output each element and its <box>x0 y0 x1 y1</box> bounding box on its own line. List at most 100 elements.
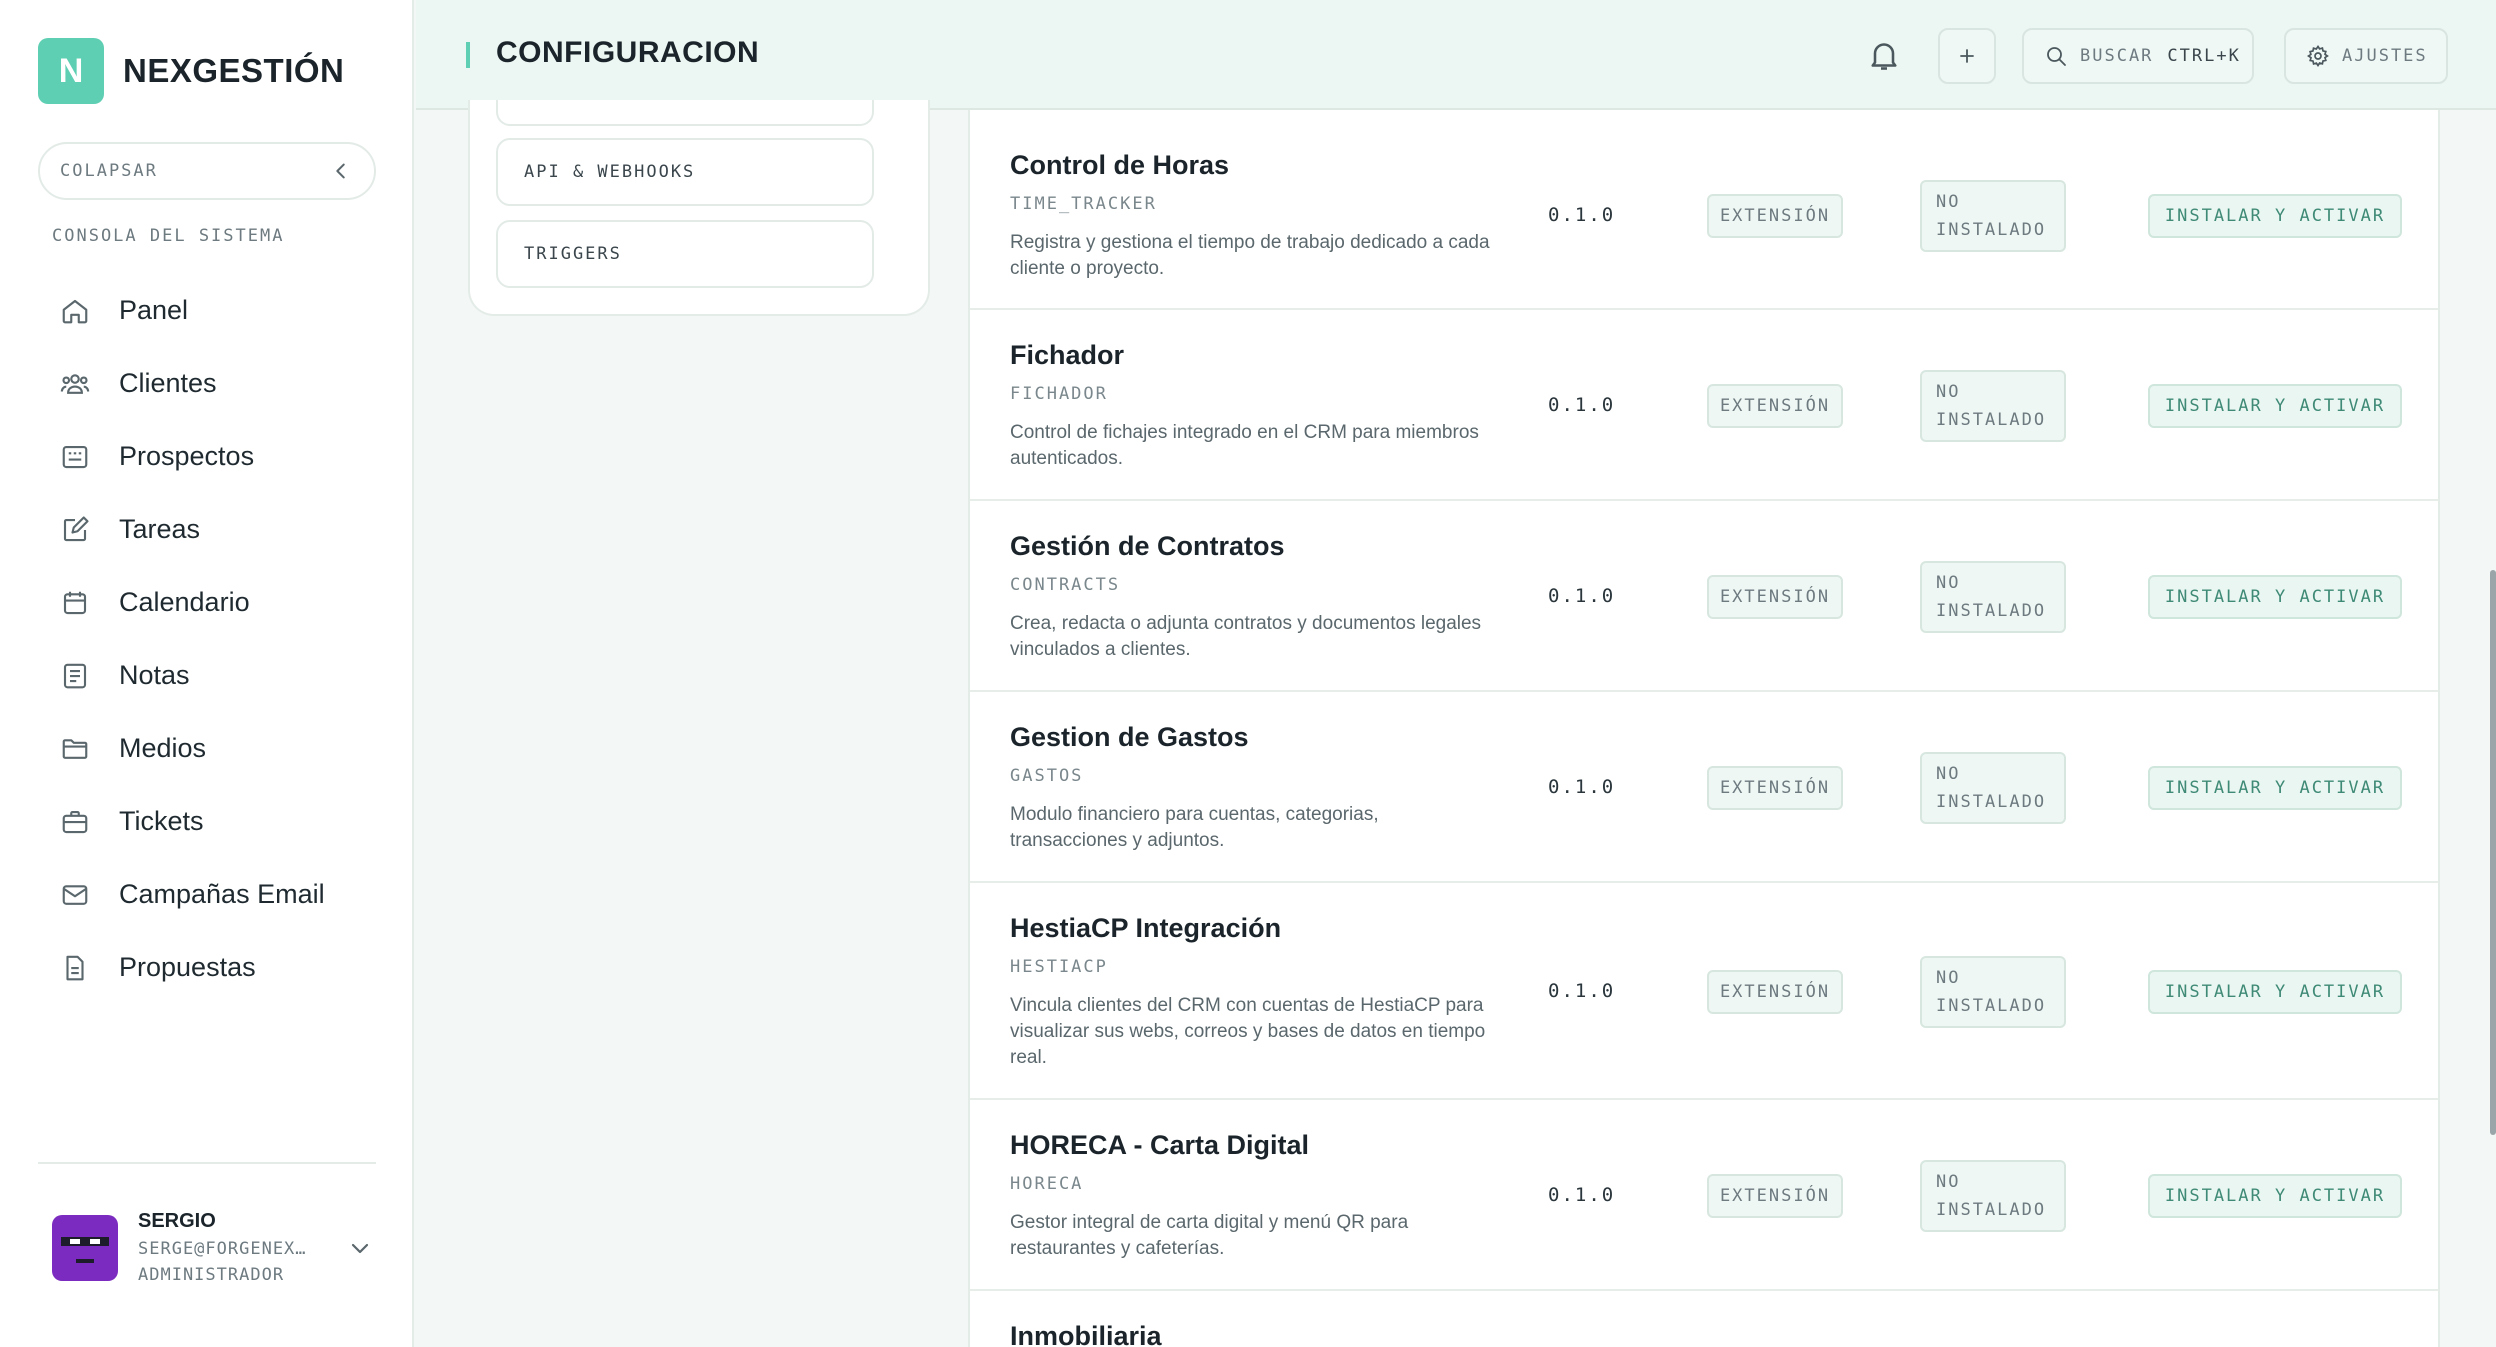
sidebar-item-label: Prospectos <box>119 441 255 471</box>
notes-icon <box>63 663 87 688</box>
module-name: Fichador <box>1010 340 1125 370</box>
user-role: ADMINISTRADOR <box>138 1265 285 1285</box>
collapse-sidebar-button[interactable]: COLAPSAR <box>38 142 376 200</box>
status-line-1: NO <box>1936 382 1961 402</box>
id-card-icon <box>62 445 88 468</box>
sidebar-item-panel[interactable]: Panel <box>38 274 376 347</box>
module-type-badge: EXTENSIÓN <box>1707 384 1843 428</box>
module-version: 0.1.0 <box>1548 980 1616 1002</box>
sidebar-item-campanas-email[interactable]: Campañas Email <box>38 858 376 931</box>
install-activate-button[interactable]: INSTALAR Y ACTIVAR <box>2148 970 2402 1014</box>
settings-submenu: API & WEBHOOKS TRIGGERS <box>468 100 930 316</box>
module-name: HestiaCP Integración <box>1010 913 1282 943</box>
module-status-badge: NO INSTALADO <box>1920 180 2066 252</box>
module-slug: HORECA <box>1010 1174 1084 1194</box>
user-name: SERGIO <box>138 1210 216 1232</box>
status-line-2: INSTALADO <box>1936 601 2047 621</box>
module-version: 0.1.0 <box>1548 1184 1616 1206</box>
submenu-item-api-webhooks[interactable]: API & WEBHOOKS <box>496 138 874 206</box>
sidebar-item-label: Campañas Email <box>119 879 325 909</box>
add-button[interactable] <box>1938 28 1996 84</box>
module-version: 0.1.0 <box>1548 776 1616 798</box>
users-icon <box>60 373 90 394</box>
sidebar-item-notas[interactable]: Notas <box>38 639 376 712</box>
sidebar-item-prospectos[interactable]: Prospectos <box>38 420 376 493</box>
module-type-badge: EXTENSIÓN <box>1707 766 1843 810</box>
search-button[interactable]: BUSCAR CTRL+K <box>2022 28 2254 84</box>
top-header: CONFIGURACION BUSCAR CTRL+K AJUSTES <box>416 0 2496 110</box>
module-description: Crea, redacta o adjunta contratos y docu… <box>1010 613 1482 660</box>
avatar <box>52 1214 118 1281</box>
status-line-2: INSTALADO <box>1936 220 2047 240</box>
plus-icon <box>1960 49 1974 63</box>
folder-icon <box>62 738 88 759</box>
status-line-1: NO <box>1936 764 1961 784</box>
sidebar-item-medios[interactable]: Medios <box>38 712 376 785</box>
submenu-item-triggers[interactable]: TRIGGERS <box>496 220 874 288</box>
sidebar-nav: Panel Clientes Prospectos Tareas Calenda… <box>38 274 376 1004</box>
table-row: Control de Horas TIME_TRACKER Registra y… <box>970 110 2438 310</box>
submenu-item-partial[interactable] <box>496 100 874 126</box>
sidebar-divider <box>38 1162 376 1164</box>
status-line-1: NO <box>1936 573 1961 593</box>
sidebar-item-propuestas[interactable]: Propuestas <box>38 931 376 1004</box>
module-type-badge: EXTENSIÓN <box>1707 970 1843 1014</box>
table-row: Inmobiliaria <box>970 1291 2438 1347</box>
sidebar-item-clientes[interactable]: Clientes <box>38 347 376 420</box>
table-row: HORECA - Carta Digital HORECA Gestor int… <box>970 1100 2438 1291</box>
search-shortcut: CTRL+K <box>2167 46 2241 66</box>
title-accent-bar <box>466 42 470 68</box>
module-type-badge: EXTENSIÓN <box>1707 194 1843 238</box>
sidebar-item-label: Notas <box>119 660 190 690</box>
module-name: Control de Horas <box>1010 150 1230 180</box>
status-line-1: NO <box>1936 968 1961 988</box>
notifications-bell-icon[interactable] <box>1866 37 1902 73</box>
module-slug: HESTIACP <box>1010 957 1108 977</box>
module-name: Gestión de Contratos <box>1010 531 1285 561</box>
install-activate-button[interactable]: INSTALAR Y ACTIVAR <box>2148 194 2402 238</box>
sidebar-item-tickets[interactable]: Tickets <box>38 785 376 858</box>
calendar-icon <box>63 591 87 614</box>
install-activate-button[interactable]: INSTALAR Y ACTIVAR <box>2148 1174 2402 1218</box>
sidebar-item-tareas[interactable]: Tareas <box>38 493 376 566</box>
module-description: Modulo financiero para cuentas, categori… <box>1010 804 1379 851</box>
sidebar-item-label: Medios <box>119 733 207 763</box>
module-name: Inmobiliaria <box>1010 1321 1162 1347</box>
settings-button[interactable]: AJUSTES <box>2284 28 2448 84</box>
install-activate-button[interactable]: INSTALAR Y ACTIVAR <box>2148 766 2402 810</box>
install-activate-button[interactable]: INSTALAR Y ACTIVAR <box>2148 575 2402 619</box>
table-row: HestiaCP Integración HESTIACP Vincula cl… <box>970 883 2438 1100</box>
sidebar-item-label: Clientes <box>119 368 217 398</box>
install-activate-button[interactable]: INSTALAR Y ACTIVAR <box>2148 384 2402 428</box>
module-description: Control de fichajes integrado en el CRM … <box>1010 422 1479 469</box>
scrollbar-thumb[interactable] <box>2490 570 2496 1135</box>
status-line-2: INSTALADO <box>1936 792 2047 812</box>
status-line-2: INSTALADO <box>1936 996 2047 1016</box>
module-status-badge: NO INSTALADO <box>1920 561 2066 633</box>
user-menu[interactable]: SERGIO SERGE@FORGENEX… ADMINISTRADOR <box>52 1210 372 1285</box>
sidebar-item-label: Panel <box>119 295 189 325</box>
brand-name: NEXGESTIÓN <box>123 52 345 89</box>
module-type-badge: EXTENSIÓN <box>1707 1174 1843 1218</box>
module-version: 0.1.0 <box>1548 204 1616 226</box>
document-icon <box>66 955 84 980</box>
user-email: SERGE@FORGENEX… <box>138 1239 307 1259</box>
sidebar-item-label: Calendario <box>119 587 250 617</box>
brand[interactable]: N NEXGESTIÓN <box>38 38 344 104</box>
module-version: 0.1.0 <box>1548 394 1616 416</box>
section-label: CONSOLA DEL SISTEMA <box>52 226 285 246</box>
edit-icon <box>63 515 89 541</box>
modules-table: Control de Horas TIME_TRACKER Registra y… <box>968 110 2440 1347</box>
table-row: Gestion de Gastos GASTOS Modulo financie… <box>970 692 2438 883</box>
sidebar-item-calendario[interactable]: Calendario <box>38 566 376 639</box>
home-icon <box>62 299 88 323</box>
table-row: Fichador FICHADOR Control de fichajes in… <box>970 310 2438 501</box>
sidebar-item-label: Tickets <box>119 806 204 836</box>
module-status-badge: NO INSTALADO <box>1920 956 2066 1028</box>
brand-logo: N <box>38 38 104 104</box>
module-slug: CONTRACTS <box>1010 575 1121 595</box>
sidebar-item-label: Tareas <box>119 514 201 544</box>
module-status-badge: NO INSTALADO <box>1920 370 2066 442</box>
status-line-2: INSTALADO <box>1936 410 2047 430</box>
mail-icon <box>62 884 88 905</box>
